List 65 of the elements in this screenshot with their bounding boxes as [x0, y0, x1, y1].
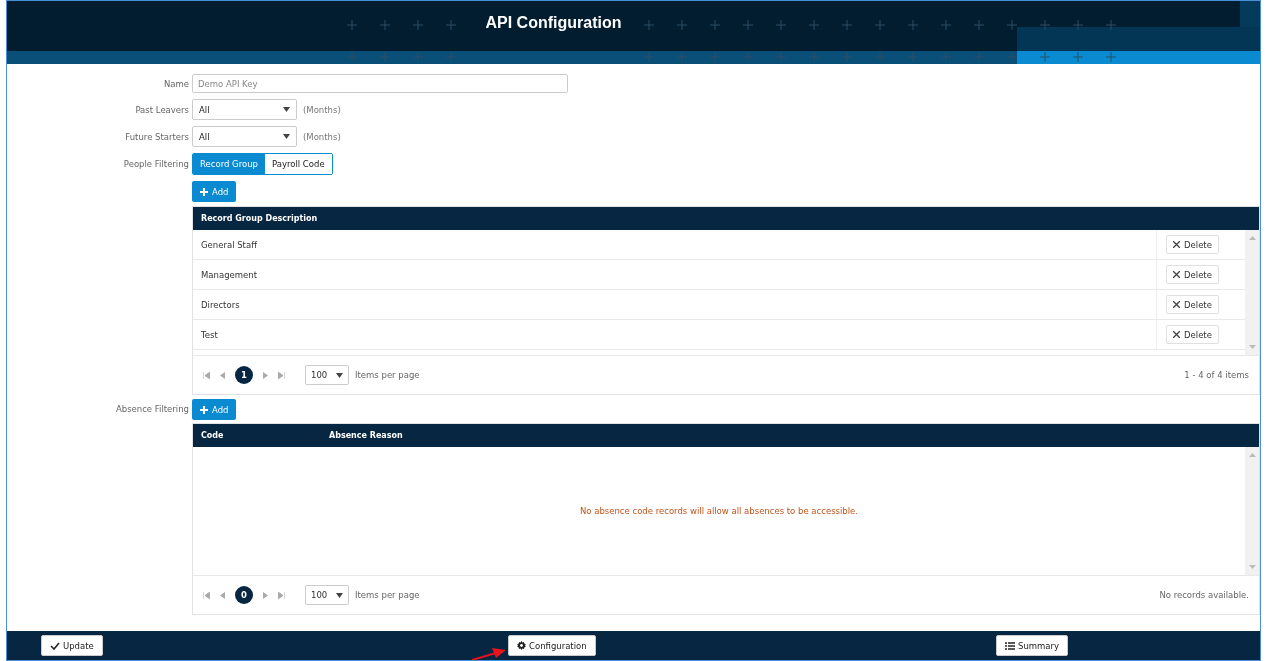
- previous-page-icon[interactable]: [220, 591, 225, 599]
- footer-button[interactable]: Configuration: [508, 635, 596, 656]
- next-page-icon[interactable]: [263, 371, 268, 379]
- unit-label: (Months): [303, 104, 341, 115]
- close-icon: [1173, 271, 1180, 278]
- settings-icon: [517, 641, 526, 650]
- footer-button[interactable]: Summary: [996, 635, 1069, 656]
- table-cell-text: Test: [200, 329, 219, 340]
- scroll-up-icon[interactable]: [1248, 236, 1256, 240]
- empty-message: No absence code records will allow all absences to be accessible.: [579, 506, 859, 516]
- add-button[interactable]: Add: [192, 399, 237, 420]
- delete-button[interactable]: Delete: [1166, 295, 1219, 314]
- add-button[interactable]: Add: [192, 181, 237, 202]
- plus-icon: [200, 405, 208, 414]
- column-header: Record Group Description: [200, 214, 318, 223]
- column-header: Code: [200, 431, 225, 440]
- scroll-down-icon[interactable]: [1248, 565, 1256, 569]
- page-number[interactable]: 1: [235, 366, 253, 384]
- table-cell-text: Directors: [200, 299, 241, 310]
- close-icon: [1173, 301, 1180, 308]
- name-field[interactable]: Demo API Key: [192, 74, 568, 93]
- field-label: People Filtering: [122, 159, 189, 169]
- last-page-icon[interactable]: [278, 371, 285, 379]
- scrollbar[interactable]: [1245, 447, 1259, 575]
- caret-icon: [283, 107, 290, 112]
- footer-button[interactable]: Update: [41, 635, 103, 656]
- close-icon: [1173, 241, 1180, 248]
- delete-button[interactable]: Delete: [1166, 235, 1219, 254]
- filter-tab[interactable]: Record Group: [193, 154, 265, 174]
- page-size-label: Items per page: [355, 370, 420, 380]
- pager-summary: No records available.: [1159, 590, 1249, 600]
- previous-page-icon[interactable]: [220, 371, 225, 379]
- scroll-down-icon[interactable]: [1248, 345, 1256, 349]
- first-page-icon[interactable]: [203, 591, 210, 599]
- table-cell-text: General Staff: [200, 239, 259, 250]
- scroll-up-icon[interactable]: [1248, 453, 1256, 457]
- page-size-dropdown[interactable]: 100: [305, 585, 349, 605]
- unit-label: (Months): [303, 131, 341, 142]
- caret-icon: [336, 372, 343, 378]
- pager-summary: 1 - 4 of 4 items: [1184, 370, 1249, 380]
- field-label: Future Starters: [124, 131, 189, 142]
- close-icon: [1173, 331, 1180, 338]
- page-number[interactable]: 0: [235, 586, 253, 604]
- last-page-icon[interactable]: [278, 591, 285, 599]
- dropdown[interactable]: All: [192, 99, 297, 120]
- list-icon: [1005, 641, 1015, 650]
- field-label: Name: [162, 78, 189, 89]
- field-label: Absence Filtering: [114, 403, 189, 414]
- table-cell-text: Management: [200, 269, 258, 280]
- page-size-label: Items per page: [355, 590, 420, 600]
- caret-icon: [336, 592, 343, 598]
- next-page-icon[interactable]: [263, 591, 268, 599]
- first-page-icon[interactable]: [203, 371, 210, 379]
- field-label: Past Leavers: [134, 104, 189, 115]
- caret-icon: [283, 134, 290, 139]
- column-header: Absence Reason: [328, 431, 403, 440]
- plus-icon: [200, 187, 208, 196]
- scrollbar[interactable]: [1245, 230, 1259, 355]
- dropdown[interactable]: All: [192, 126, 297, 147]
- page-title: API Configuration: [485, 14, 622, 32]
- check-icon: [50, 641, 60, 650]
- delete-button[interactable]: Delete: [1166, 325, 1219, 344]
- page-size-dropdown[interactable]: 100: [305, 365, 349, 385]
- delete-button[interactable]: Delete: [1166, 265, 1219, 284]
- annotation-arrow: [472, 648, 506, 660]
